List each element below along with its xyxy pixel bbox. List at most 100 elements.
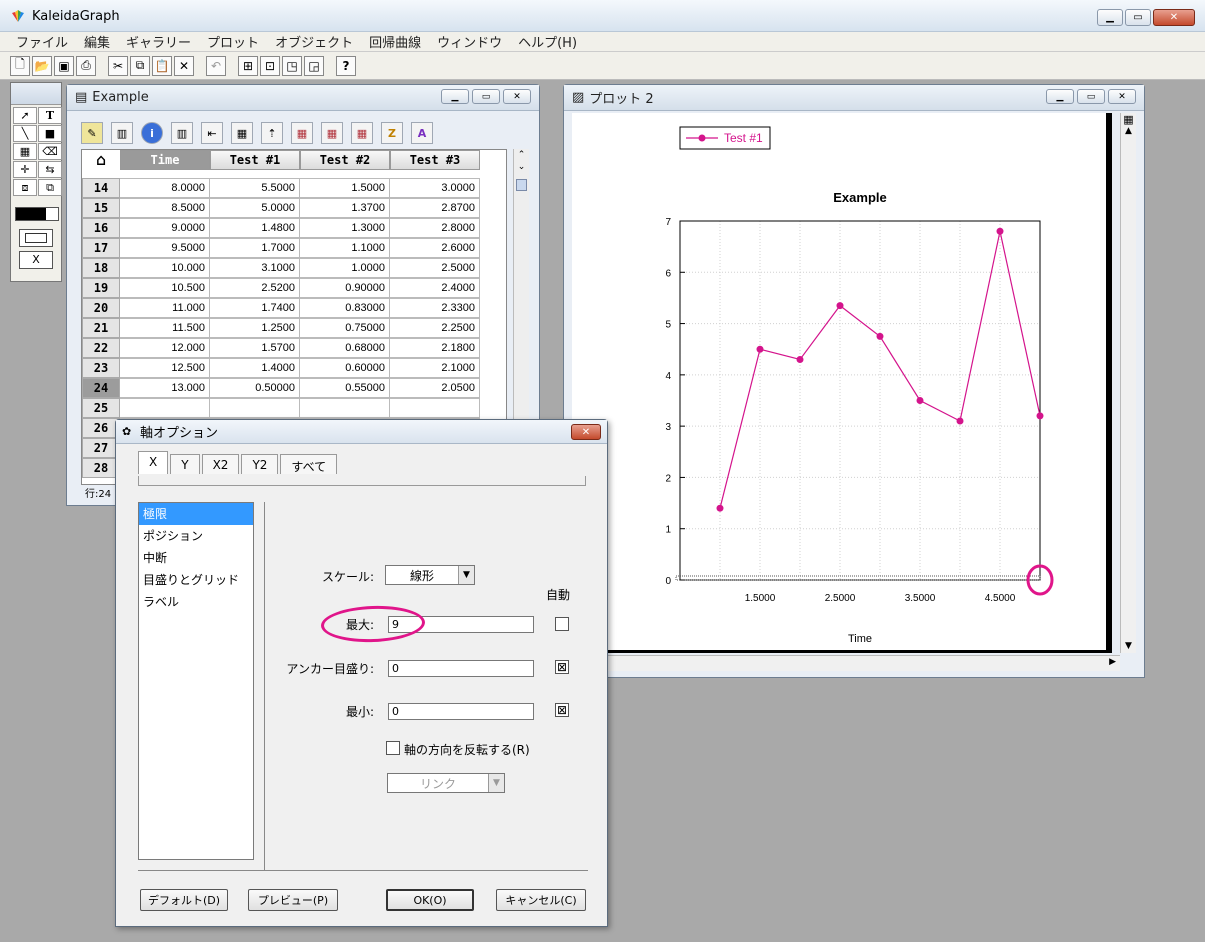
menu-help[interactable]: ヘルプ(H) [510, 32, 585, 51]
max-auto-checkbox[interactable] [555, 617, 569, 631]
copy-icon[interactable]: ⧉ [130, 55, 150, 76]
table-cell[interactable]: 0.68000 [300, 338, 390, 358]
align-tool-icon[interactable]: ⧉ [38, 179, 62, 196]
scale-select[interactable]: 線形 ▼ [385, 565, 475, 585]
column-header-time[interactable]: Time [120, 150, 210, 170]
sort-grid-icon-2[interactable]: ▦ [321, 122, 343, 144]
category-limits[interactable]: 極限 [139, 503, 253, 525]
category-labels[interactable]: ラベル [139, 591, 253, 613]
move-column-up-icon[interactable]: ⇡ [261, 122, 283, 144]
category-position[interactable]: ポジション [139, 525, 253, 547]
undo-icon[interactable]: ↶ [206, 55, 226, 76]
row-header[interactable]: 22 [82, 338, 120, 358]
table-cell[interactable]: 0.50000 [210, 378, 300, 398]
table-cell[interactable]: 12.500 [120, 358, 210, 378]
table-cell[interactable]: 1.5000 [300, 178, 390, 198]
row-header[interactable]: 16 [82, 218, 120, 238]
table-cell[interactable]: 1.3700 [300, 198, 390, 218]
table-cell[interactable]: 1.7400 [210, 298, 300, 318]
maximize-button[interactable]: ▭ [1125, 9, 1151, 26]
line-tool-icon[interactable]: ╲ [13, 125, 37, 142]
table-cell[interactable]: 11.000 [120, 298, 210, 318]
layout-icon-4[interactable]: ◲ [304, 55, 324, 76]
scroll-up-icon[interactable]: ▲ [1121, 126, 1136, 136]
notes-icon[interactable]: ✎ [81, 122, 103, 144]
row-header[interactable]: 15 [82, 198, 120, 218]
table-cell[interactable]: 1.4000 [210, 358, 300, 378]
table-cell[interactable]: 0.75000 [300, 318, 390, 338]
menu-file[interactable]: ファイル [8, 32, 76, 51]
cancel-button[interactable]: キャンセル(C) [496, 889, 586, 911]
table-cell[interactable]: 2.0500 [390, 378, 480, 398]
table-cell[interactable]: 9.0000 [120, 218, 210, 238]
reverse-axis-checkbox[interactable] [386, 741, 400, 755]
table-cell[interactable]: 11.500 [120, 318, 210, 338]
table-cell[interactable]: 10.500 [120, 278, 210, 298]
column-header-test1[interactable]: Test #1 [210, 150, 300, 170]
menu-object[interactable]: オブジェクト [267, 32, 361, 51]
column-stats-icon[interactable]: ▥ [111, 122, 133, 144]
default-button[interactable]: デフォルト(D) [140, 889, 228, 911]
table-cell[interactable]: 1.4800 [210, 218, 300, 238]
cut-icon[interactable]: ✂ [108, 55, 128, 76]
row-header[interactable]: 20 [82, 298, 120, 318]
row-header[interactable]: 25 [82, 398, 120, 418]
table-cell[interactable]: 1.5700 [210, 338, 300, 358]
menu-plot[interactable]: プロット [199, 32, 267, 51]
insert-column-icon[interactable]: ▥ [171, 122, 193, 144]
pointer-tool-icon[interactable]: ➚ [13, 107, 37, 124]
row-header[interactable]: 17 [82, 238, 120, 258]
tab-all[interactable]: すべて [280, 454, 338, 474]
plot-horizontal-scrollbar[interactable]: ◀ ▶ [572, 655, 1120, 671]
table-cell[interactable]: 13.000 [120, 378, 210, 398]
sort-az-icon[interactable]: Z [381, 122, 403, 144]
row-header[interactable]: 23 [82, 358, 120, 378]
min-input[interactable]: 0 [388, 703, 534, 720]
table-cell[interactable]: 8.0000 [120, 178, 210, 198]
table-cell[interactable] [120, 398, 210, 418]
plot-vertical-scrollbar[interactable]: ▦ ▲ ▼ [1120, 113, 1136, 653]
layout-icon-3[interactable]: ◳ [282, 55, 302, 76]
table-cell[interactable]: 9.5000 [120, 238, 210, 258]
info-icon[interactable]: i [141, 122, 163, 144]
table-cell[interactable]: 2.6000 [390, 238, 480, 258]
save-icon[interactable]: ▣ [54, 55, 74, 76]
table-cell[interactable]: 3.1000 [210, 258, 300, 278]
menu-edit[interactable]: 編集 [76, 32, 118, 51]
close-button[interactable]: ✕ [1153, 9, 1195, 26]
table-icon[interactable]: ▦ [1121, 113, 1136, 126]
rectangle-tool-icon[interactable]: ■ [38, 125, 62, 142]
tab-y2[interactable]: Y2 [241, 454, 279, 474]
row-header[interactable]: 18 [82, 258, 120, 278]
table-cell[interactable]: 1.7000 [210, 238, 300, 258]
menu-curve-fit[interactable]: 回帰曲線 [361, 32, 429, 51]
table-cell[interactable] [210, 398, 300, 418]
layout-icon-2[interactable]: ⊡ [260, 55, 280, 76]
column-format-icon[interactable]: ▦ [231, 122, 253, 144]
table-cell[interactable]: 5.5000 [210, 178, 300, 198]
table-cell[interactable]: 12.000 [120, 338, 210, 358]
table-cell[interactable] [390, 398, 480, 418]
table-cell[interactable]: 2.3300 [390, 298, 480, 318]
table-cell[interactable]: 0.55000 [300, 378, 390, 398]
table-cell[interactable]: 2.5000 [390, 258, 480, 278]
plot-close-button[interactable]: ✕ [1108, 89, 1136, 104]
scroll-down-icon[interactable]: ▼ [1121, 641, 1136, 651]
table-cell[interactable]: 2.8700 [390, 198, 480, 218]
table-cell[interactable]: 10.000 [120, 258, 210, 278]
zoom-tool-icon[interactable]: ⇆ [38, 161, 62, 178]
group-tool-icon[interactable]: ⧈ [13, 179, 37, 196]
row-header[interactable]: 21 [82, 318, 120, 338]
sort-grid-icon-3[interactable]: ▦ [351, 122, 373, 144]
column-header-test3[interactable]: Test #3 [390, 150, 480, 170]
table-cell[interactable] [300, 398, 390, 418]
table-cell[interactable]: 8.5000 [120, 198, 210, 218]
row-header[interactable]: 14 [82, 178, 120, 198]
table-cell[interactable]: 2.1000 [390, 358, 480, 378]
data-minimize-button[interactable]: ▁ [441, 89, 469, 104]
open-folder-icon[interactable]: 📂 [32, 55, 52, 76]
table-cell[interactable]: 5.0000 [210, 198, 300, 218]
font-icon[interactable]: A [411, 122, 433, 144]
table-cell[interactable]: 1.2500 [210, 318, 300, 338]
table-cell[interactable]: 2.5200 [210, 278, 300, 298]
